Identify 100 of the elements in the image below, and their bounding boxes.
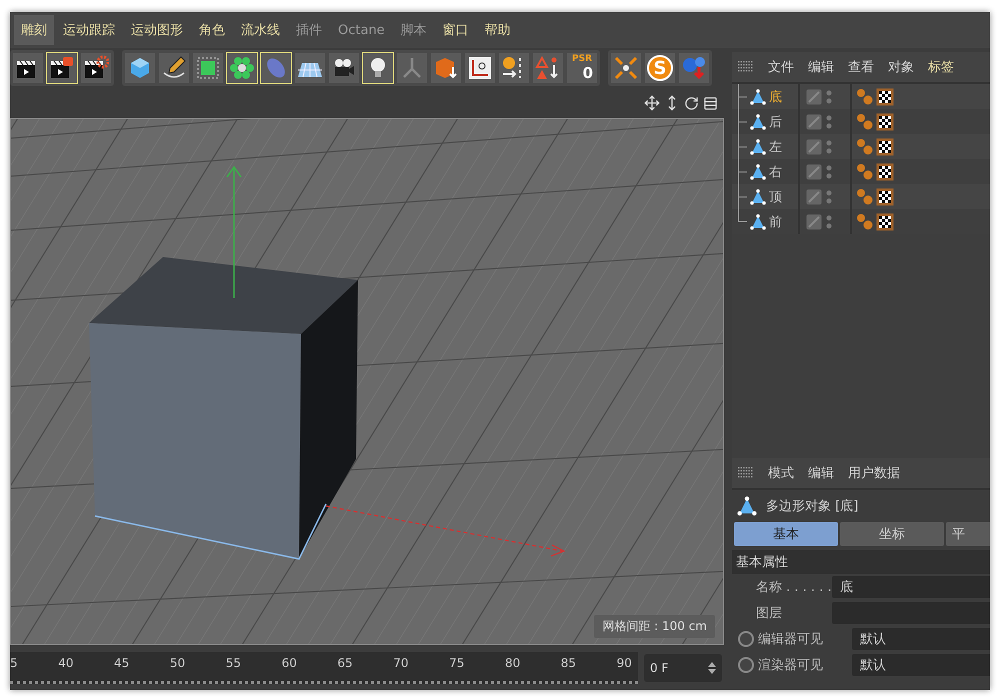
menu-item[interactable]: 文件 <box>768 58 794 76</box>
object-name[interactable]: 前 <box>769 212 782 230</box>
object-name[interactable]: 底 <box>769 88 782 106</box>
frame-field[interactable]: 0 F <box>644 654 722 682</box>
menu-item[interactable]: 编辑 <box>808 58 834 76</box>
dropdown-field[interactable]: 默认 <box>852 654 990 676</box>
grip-icon <box>738 61 754 73</box>
toolbar-button[interactable] <box>158 52 190 84</box>
visibility-dots-icon[interactable] <box>826 164 832 180</box>
layout-icon[interactable] <box>703 96 718 110</box>
frame-number: 50 <box>170 656 186 670</box>
menu-item[interactable]: 角色 <box>192 15 232 45</box>
layer-toggle-icon[interactable] <box>806 114 822 130</box>
field-label: 编辑器可见 <box>758 631 824 648</box>
frame-number: 45 <box>114 656 130 670</box>
texture-tag-icon[interactable] <box>876 188 894 206</box>
layer-toggle-icon[interactable] <box>806 188 822 204</box>
frame-number: 60 <box>282 656 297 670</box>
toolbar-button[interactable] <box>80 52 112 84</box>
polygon-object-icon <box>749 188 767 206</box>
frame-number: 90 <box>616 656 632 670</box>
clapboard-icon <box>49 55 75 81</box>
tab[interactable]: 基本 <box>734 522 838 546</box>
frame-number: 40 <box>58 656 74 670</box>
menu-item[interactable]: 标签 <box>928 58 954 76</box>
field-label: 名称 . . . . . . <box>755 579 828 596</box>
polygon-object-icon <box>749 88 767 106</box>
frame-number: 75 <box>449 656 464 670</box>
toolbar-button[interactable] <box>430 52 462 84</box>
frame-number: 85 <box>560 656 576 670</box>
tab[interactable]: 平 <box>946 522 990 546</box>
toolbar-button[interactable] <box>12 52 44 84</box>
timeline-ruler[interactable]: 5 40 45 50 55 60 65 70 75 80 85 90 <box>10 652 638 684</box>
object-title: 多边形对象 [底] <box>766 498 858 515</box>
visibility-dots-icon[interactable] <box>826 188 832 204</box>
framed-square-icon <box>195 55 221 81</box>
field-label: 图层 <box>755 605 783 622</box>
dropdown-field[interactable]: 默认 <box>852 628 990 650</box>
toolbar-button[interactable] <box>328 52 360 84</box>
visibility-dots-icon[interactable] <box>826 138 832 154</box>
object-name[interactable]: 左 <box>769 138 782 156</box>
menu-item[interactable]: 雕刻 <box>14 15 54 45</box>
tree-line <box>738 109 747 134</box>
layer-toggle-icon[interactable] <box>806 138 822 154</box>
polygon-object-icon <box>749 162 767 180</box>
frame-number: 65 <box>337 656 353 670</box>
frame-number: 55 <box>226 656 242 670</box>
menu-item[interactable]: 运动图形 <box>124 15 190 45</box>
frame-number: 70 <box>393 656 409 670</box>
grid-spacing-label: 网格间距 : 100 cm <box>594 615 715 638</box>
toolbar-button[interactable] <box>464 52 496 84</box>
input-field[interactable] <box>832 602 990 624</box>
menu-item[interactable]: 运动跟踪 <box>56 15 122 45</box>
toolbar-button[interactable] <box>532 52 564 84</box>
menu-item[interactable]: 对象 <box>888 58 914 76</box>
viewport[interactable]: 网格间距 : 100 cm <box>10 118 724 645</box>
texture-tag-icon[interactable] <box>876 138 894 156</box>
tree-line <box>738 84 747 109</box>
menu-item[interactable]: 查看 <box>848 58 874 76</box>
frame-number: 80 <box>504 656 520 670</box>
object-name[interactable]: 顶 <box>769 188 782 206</box>
object-name[interactable]: 后 <box>769 112 782 130</box>
toolbar-button[interactable]: PSR 0 <box>566 52 598 84</box>
visibility-dots-icon[interactable] <box>826 88 832 104</box>
layer-toggle-icon[interactable] <box>806 88 822 104</box>
frame-number: 5 <box>10 656 18 670</box>
texture-tag-icon[interactable] <box>876 212 894 230</box>
grip-icon <box>738 467 754 479</box>
polygon-object-icon <box>749 212 767 230</box>
object-name[interactable]: 右 <box>769 162 782 180</box>
menu-item[interactable]: 用户数据 <box>848 464 900 482</box>
toolbar-button[interactable] <box>294 52 326 84</box>
layer-toggle-icon[interactable] <box>806 214 822 230</box>
visibility-dots-icon[interactable] <box>826 214 832 230</box>
texture-tag-icon[interactable] <box>876 162 894 180</box>
tab[interactable]: 坐标 <box>840 522 944 546</box>
layer-toggle-icon[interactable] <box>806 164 822 180</box>
spheres-arrow-icon <box>681 55 707 81</box>
menu-item[interactable]: 模式 <box>768 464 794 482</box>
menu-item[interactable]: 编辑 <box>808 464 834 482</box>
texture-tag-icon[interactable] <box>876 112 894 130</box>
star-arrows-icon <box>613 55 639 81</box>
rotate-icon[interactable] <box>684 96 699 110</box>
radio-button[interactable] <box>738 631 754 647</box>
box-arrow-icon <box>433 55 459 81</box>
spinner-icon[interactable] <box>708 662 716 674</box>
menu-item[interactable]: 窗口 <box>436 15 476 45</box>
toolbar-button[interactable] <box>498 52 530 84</box>
clapboard-icon <box>83 55 109 81</box>
input-field[interactable]: 底 <box>832 576 990 598</box>
menu-item[interactable]: 流水线 <box>234 15 287 45</box>
radio-button[interactable] <box>738 657 754 673</box>
visibility-dots-icon[interactable] <box>826 114 832 130</box>
move-icon[interactable] <box>644 95 660 111</box>
toolbar-button[interactable] <box>610 52 642 84</box>
menu-item[interactable]: 帮助 <box>478 15 518 45</box>
tree-line <box>738 134 747 159</box>
polygon-object-icon <box>749 112 767 130</box>
texture-tag-icon[interactable] <box>876 88 894 106</box>
tree-line <box>738 159 747 184</box>
